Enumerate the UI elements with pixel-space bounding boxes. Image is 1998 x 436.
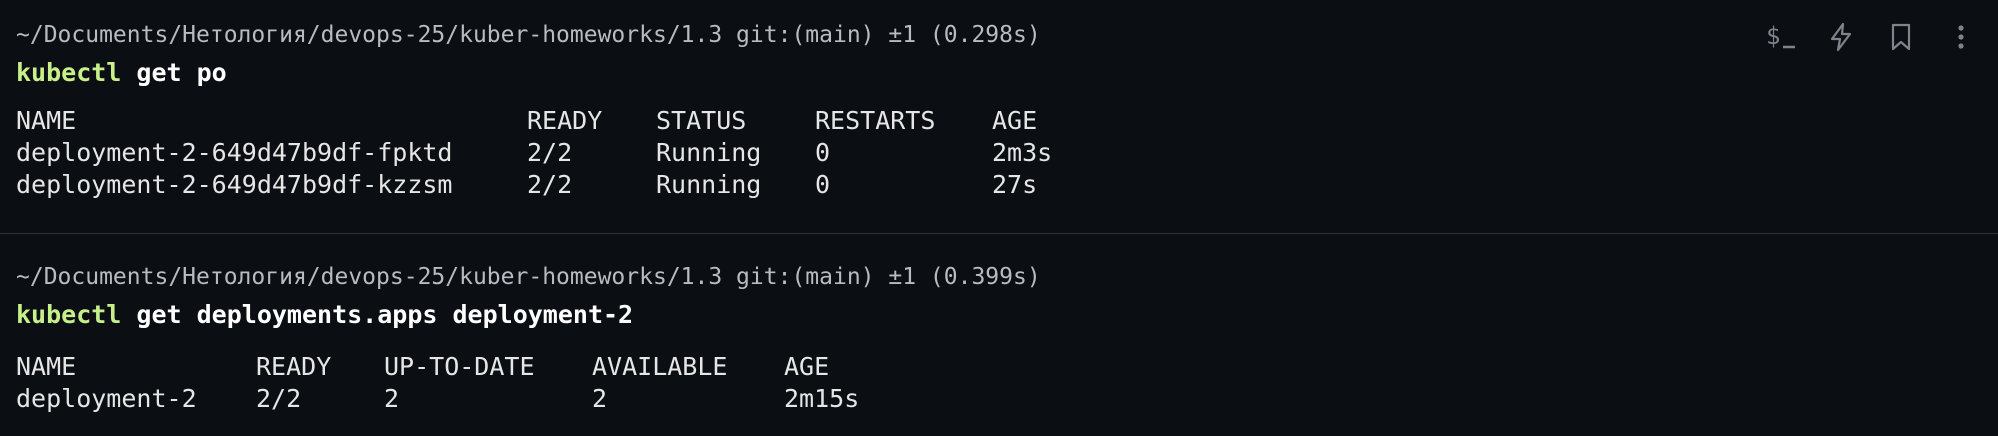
table-cell: deployment-2: [16, 384, 197, 413]
table-cell: 0: [815, 138, 831, 167]
table-cell: 2/2: [256, 384, 302, 413]
table-cell: 2: [592, 384, 608, 413]
prompt-header: ~/Documents/Нетология/devops-25/kuber-ho…: [16, 264, 1041, 290]
table-cell: 2m3s: [992, 138, 1053, 167]
column-header: RESTARTS: [815, 106, 936, 135]
column-header: NAME: [16, 352, 77, 381]
table-cell: Running: [656, 170, 762, 199]
command-program: kubectl: [16, 300, 122, 329]
command-args: get po: [121, 58, 227, 87]
table-cell: 2m15s: [784, 384, 860, 413]
column-header: STATUS: [656, 106, 747, 135]
table-cell: 2: [384, 384, 400, 413]
column-header: READY: [527, 106, 603, 135]
table-cell: deployment-2-649d47b9df-kzzsm: [16, 170, 453, 199]
table-cell: 2/2: [527, 170, 573, 199]
column-header: NAME: [16, 106, 77, 135]
column-header: UP-TO-DATE: [384, 352, 535, 381]
column-header: AGE: [992, 106, 1038, 135]
column-header: AVAILABLE: [592, 352, 728, 381]
command-line: kubectl get po: [16, 58, 227, 88]
table-cell: deployment-2-649d47b9df-fpktd: [16, 138, 453, 167]
column-header: AGE: [784, 352, 830, 381]
table-cell: 0: [815, 170, 831, 199]
table-cell: 27s: [992, 170, 1038, 199]
table-cell: Running: [656, 138, 762, 167]
column-header: READY: [256, 352, 332, 381]
prompt-header: ~/Documents/Нетология/devops-25/kuber-ho…: [16, 22, 1041, 48]
command-args: get deployments.apps deployment-2: [121, 300, 634, 329]
command-line: kubectl get deployments.apps deployment-…: [16, 300, 633, 330]
command-block-1[interactable]: ~/Documents/Нетология/devops-25/kuber-ho…: [0, 0, 1998, 233]
table-cell: 2/2: [527, 138, 573, 167]
command-block-2[interactable]: ~/Documents/Нетология/devops-25/kuber-ho…: [0, 234, 1998, 436]
command-program: kubectl: [16, 58, 122, 87]
